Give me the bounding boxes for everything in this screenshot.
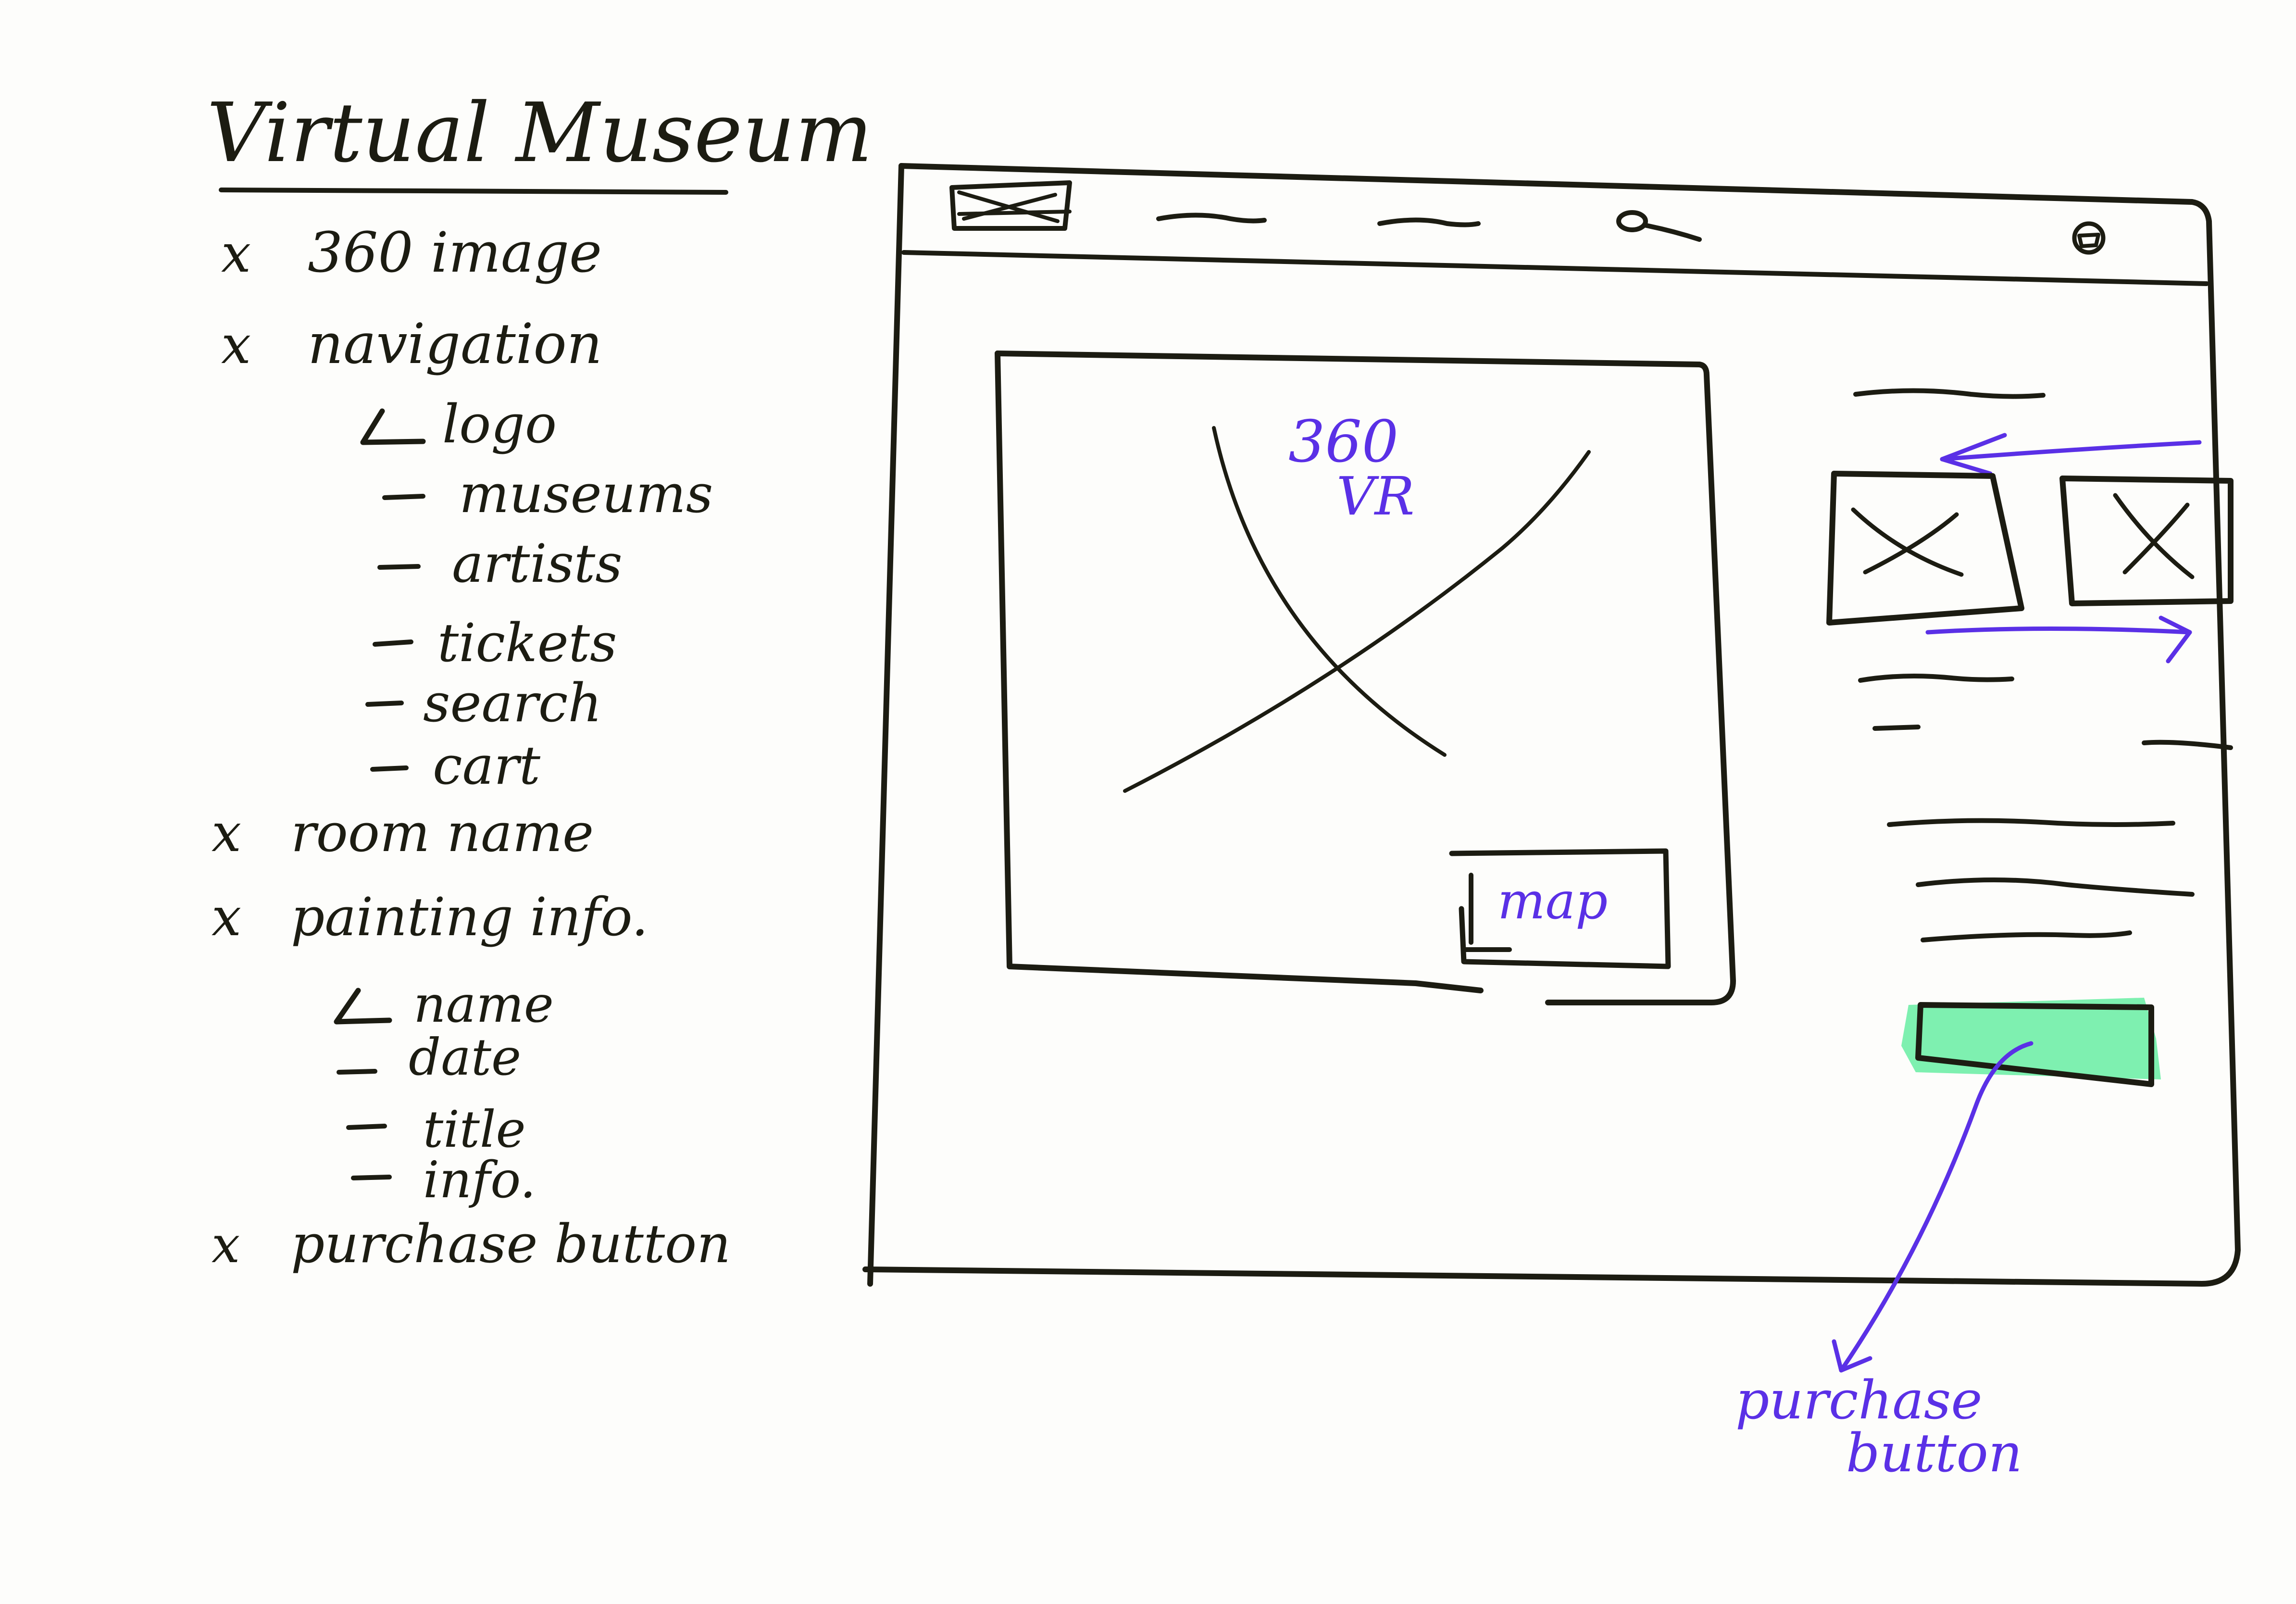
navbar-divider [901, 250, 2209, 286]
title-underline [219, 188, 728, 195]
image-placeholder-icon[interactable] [2059, 476, 2234, 606]
purchase-annotation: purchase button [1735, 1041, 2034, 1484]
painting-date-line [1872, 725, 1921, 731]
note-purchase-button: purchase button [291, 1213, 731, 1275]
note-painting-info: painting info. [291, 886, 649, 948]
note-dash [382, 494, 425, 500]
note-marker: x [221, 223, 251, 284]
note-cart: cart [433, 735, 541, 796]
annotation-button: button [1846, 1422, 2022, 1484]
note-marker: x [212, 1216, 240, 1274]
vr-viewer[interactable]: 360 VR [995, 351, 1736, 1005]
note-tickets: tickets [437, 612, 617, 674]
painting-title-line [1887, 818, 2175, 827]
note-info: info. [423, 1151, 536, 1209]
arrow-left-icon[interactable] [1940, 433, 2202, 476]
note-dash [351, 1175, 392, 1180]
note-branch [360, 408, 426, 445]
painting-info-line [1916, 877, 2195, 897]
note-date: date [409, 1028, 521, 1087]
note-museums: museums [459, 463, 713, 525]
note-marker: x [221, 314, 251, 376]
painting-info-line [1921, 930, 2132, 942]
note-360-image: 360 image [308, 221, 602, 285]
note-dash [370, 765, 409, 772]
note-artists: artists [452, 533, 623, 594]
logo-placeholder-icon[interactable] [949, 180, 1072, 231]
note-search: search [423, 672, 602, 734]
painting-name-line [1858, 674, 2014, 683]
note-logo: logo [442, 393, 557, 455]
note-branch [334, 988, 392, 1025]
note-dash [377, 564, 421, 570]
search-icon[interactable] [1616, 210, 1702, 242]
notes-title: Virtual Museum [207, 86, 873, 181]
annotation-purchase: purchase [1735, 1369, 1982, 1431]
nav-item-artists[interactable] [1377, 217, 1481, 227]
note-dash [373, 639, 413, 647]
note-navigation: navigation [308, 312, 602, 376]
viewer-label-vr: VR [1336, 465, 1414, 527]
note-dash [337, 1069, 377, 1075]
note-name: name [413, 975, 554, 1034]
purchase-button[interactable] [1901, 998, 2161, 1087]
arrow-right-icon[interactable] [1925, 615, 2192, 664]
cart-icon[interactable] [2072, 221, 2106, 255]
window-frame [862, 163, 2241, 1287]
nav-item-museums[interactable] [1156, 213, 1267, 224]
notes-panel: Virtual Museum x 360 image x navigation … [207, 86, 873, 1275]
window-left-edge [867, 163, 904, 1287]
note-dash [346, 1124, 387, 1130]
map-button[interactable]: map [1449, 848, 1671, 969]
note-marker: x [212, 802, 241, 864]
note-title: title [423, 1100, 526, 1159]
map-button-label: map [1497, 872, 1608, 930]
image-placeholder-icon[interactable] [1826, 471, 2024, 626]
annotation-arrow [1839, 1041, 2034, 1373]
wireframe-window: 360 VR map purchase button [862, 163, 2241, 1484]
note-room-name: room name [291, 802, 594, 864]
room-name-heading [1853, 388, 2046, 399]
note-dash [365, 701, 404, 707]
note-marker: x [212, 886, 241, 948]
painting-date-line [2142, 739, 2233, 750]
